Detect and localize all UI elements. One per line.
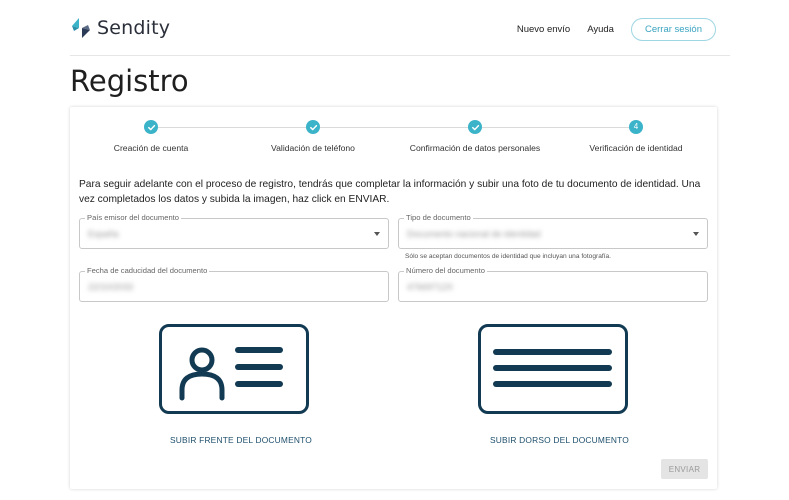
step-done-indicator (468, 120, 482, 134)
top-header: Sendity Nuevo envío Ayuda Cerrar sesión (70, 0, 730, 56)
progress-stepper: Creación de cuenta Validación de teléfon… (70, 119, 717, 159)
expiry-date-field[interactable]: Fecha de caducidad del documento 22/10/2… (79, 266, 389, 302)
field-label: Tipo de documento (404, 213, 473, 222)
registration-card: Creación de cuenta Validación de teléfon… (70, 107, 717, 489)
field-label: País emisor del documento (85, 213, 182, 222)
top-nav: Nuevo envío Ayuda Cerrar sesión (517, 18, 716, 41)
document-number-field[interactable]: Número del documento 47669712X (398, 266, 708, 302)
sendity-logo-icon (72, 18, 90, 38)
document-type-value: Documento nacional de identidad (407, 229, 541, 239)
step-active-indicator: 4 (629, 120, 643, 134)
document-number-value: 47669712X (407, 282, 454, 292)
id-card-back-icon (493, 349, 612, 387)
upload-back-link[interactable]: SUBIR DORSO DEL DOCUMENTO (490, 435, 629, 445)
check-icon (471, 124, 479, 130)
check-icon (309, 124, 317, 130)
document-type-select[interactable]: Tipo de documento Documento nacional de … (398, 213, 708, 249)
step-identity-verification: 4 Verificación de identidad (561, 119, 711, 153)
issuing-country-select[interactable]: País emisor del documento España (79, 213, 389, 249)
step-phone-validation: Validación de teléfono (238, 119, 388, 153)
nav-link-help[interactable]: Ayuda (587, 24, 614, 35)
page-title: Registro (70, 64, 189, 98)
step-label: Validación de teléfono (271, 143, 355, 153)
step-label: Confirmación de datos personales (409, 143, 541, 153)
step-personal-data-confirmation: Confirmación de datos personales (400, 119, 550, 153)
submit-button[interactable]: ENVIAR (661, 459, 708, 479)
step-label: Verificación de identidad (589, 143, 683, 153)
step-account-creation: Creación de cuenta (76, 119, 226, 153)
brand-name: Sendity (97, 17, 171, 39)
id-back-illustration[interactable] (478, 324, 628, 414)
field-label: Fecha de caducidad del documento (85, 266, 210, 275)
field-label: Número del documento (404, 266, 487, 275)
chevron-down-icon (693, 232, 699, 236)
instructions-text: Para seguir adelante con el proceso de r… (79, 179, 701, 205)
document-type-helper-text: Sólo se aceptan documentos de identidad … (405, 253, 612, 260)
id-card-front-icon (179, 347, 283, 401)
logout-button[interactable]: Cerrar sesión (630, 18, 716, 41)
expiry-date-value: 22/10/2033 (88, 282, 134, 292)
issuing-country-value: España (88, 229, 119, 239)
sendity-logo[interactable]: Sendity (70, 16, 170, 40)
step-done-indicator (306, 120, 320, 134)
nav-link-new-shipment[interactable]: Nuevo envío (517, 24, 570, 35)
chevron-down-icon (374, 232, 380, 236)
step-done-indicator (144, 120, 158, 134)
id-front-illustration[interactable] (159, 324, 309, 414)
check-icon (147, 124, 155, 130)
step-label: Creación de cuenta (113, 143, 189, 153)
upload-front-link[interactable]: SUBIR FRENTE DEL DOCUMENTO (170, 435, 312, 445)
